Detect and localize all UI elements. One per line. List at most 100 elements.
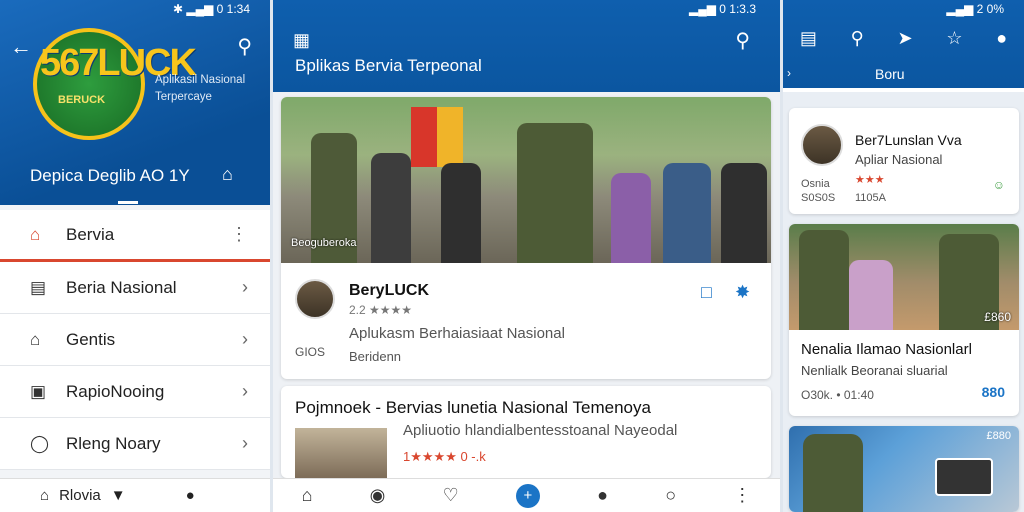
card-count: GIOS <box>295 345 326 359</box>
search-icon[interactable]: ⚲ <box>851 28 864 49</box>
menu-item-gentis[interactable]: ⌂ Gentis › <box>0 314 270 366</box>
star-icon[interactable]: ☆ <box>946 28 962 49</box>
chevron-right-icon: › <box>242 381 248 401</box>
smiley-icon: ☺ <box>992 178 1005 192</box>
radio-icon: ▣ <box>30 381 47 401</box>
card-count: 1105A <box>855 192 886 204</box>
menu-item-label: Rleng Noary <box>66 433 161 453</box>
profile-icon[interactable]: ● <box>186 487 195 504</box>
bottom-nav-label[interactable]: Rlovia <box>59 487 101 504</box>
expand-icon[interactable]: ▼ <box>111 487 126 504</box>
news-card[interactable]: £880 <box>789 426 1019 512</box>
chat-icon: ◯ <box>30 433 50 453</box>
send-icon[interactable]: ➤ <box>898 28 913 49</box>
status-bar: ▂▄▆ 2 0% <box>946 2 1004 16</box>
add-icon[interactable]: + <box>515 483 540 508</box>
menu-item-bervia[interactable]: ⌂ Bervia ⋮ <box>0 210 270 262</box>
rating: 2.2 ★★★★ <box>349 303 413 317</box>
card-meta: O30k. • 01:40 <box>801 388 874 402</box>
tab-underline <box>783 88 1024 92</box>
chevron-right-icon: › <box>242 433 248 453</box>
user-icon[interactable]: ● <box>996 28 1007 49</box>
logo-subtext: BERUCK <box>58 94 106 106</box>
card-subtitle: Aplukasm Berhaiasiaat Nasional <box>349 325 565 342</box>
screen-menu: ✱ ▂▄▆ 0 1:34 ← 567LUCK BERUCK Aplikasil … <box>0 0 270 512</box>
news-card[interactable]: £860 Nenalia Ilamao Nasionlarl Nenlialk … <box>789 224 1019 416</box>
profile-card[interactable]: Ber7Lunslan Vva Apliar Nasional ★★★ Osni… <box>789 108 1019 214</box>
bottom-nav: ⌂ Rlovia ▼ ● <box>0 478 270 512</box>
status-bar: ✱ ▂▄▆ 0 1:34 <box>172 2 250 16</box>
menu-item-label: Gentis <box>66 329 116 349</box>
home-icon[interactable]: ⌂ <box>222 164 233 185</box>
tab-indicator <box>118 201 138 204</box>
person-figure <box>799 230 849 330</box>
photo-number: £860 <box>984 310 1011 324</box>
flag-shape <box>437 107 463 167</box>
app-subtitle: Aplikasil Nasional Terpercaye <box>155 74 246 104</box>
back-arrow-icon[interactable]: ← <box>10 34 32 60</box>
chevron-right-icon: › <box>242 329 248 349</box>
rating: ★★★ <box>855 174 885 186</box>
menu-item-label: Bervia <box>66 224 115 244</box>
news-card[interactable]: Pojmnoek - Bervias lunetia Nasional Teme… <box>281 386 771 478</box>
news-photo: Beoguberoka <box>281 97 771 263</box>
comment-icon[interactable]: □ <box>701 282 712 303</box>
house-icon: ⌂ <box>30 329 41 349</box>
bag-icon[interactable]: ◉ <box>370 485 386 506</box>
feed-header: ▂▄▆ 0 1:3.3 ▦ Bplikas Bervia Terpeonal ⚲ <box>273 0 780 92</box>
notification-icon[interactable]: ○ <box>665 485 676 506</box>
person-figure <box>611 173 651 263</box>
badge-icon[interactable]: ✸ <box>735 282 750 303</box>
search-icon[interactable]: ⚲ <box>237 34 252 59</box>
book-icon: ▤ <box>30 277 47 297</box>
screen-detail: ▂▄▆ 2 0% ▤ ⚲ ➤ ☆ ● › Boru Ber7Lunslan Vv… <box>783 0 1024 512</box>
card-subtitle: Nenlialk Beoranai sluarial <box>801 363 948 378</box>
menu-item-rleng-noary[interactable]: ◯ Rleng Noary › <box>0 418 270 470</box>
card-meta: Osnia <box>801 178 830 190</box>
card-title: Pojmnoek - Bervias lunetia Nasional Teme… <box>295 398 651 417</box>
photo-caption: Beoguberoka <box>291 237 357 249</box>
card-badge: 880 <box>981 384 1005 400</box>
person-figure <box>721 163 767 263</box>
card-meta: S0S0S <box>801 192 836 204</box>
avatar <box>295 279 335 319</box>
menu-item-label: RapioNooing <box>66 381 165 401</box>
status-bar: ▂▄▆ 0 1:3.3 <box>689 2 756 16</box>
home-icon: ⌂ <box>30 224 41 244</box>
flag-shape <box>411 107 437 167</box>
card-subtitle: Apliar Nasional <box>855 152 943 167</box>
news-card[interactable]: Beoguberoka BeryLUCK 2.2 ★★★★ Aplukasm B… <box>281 97 771 379</box>
side-menu: ⌂ Bervia ⋮ ▤ Beria Nasional › ⌂ Gentis ›… <box>0 210 270 470</box>
menu-item-label: Beria Nasional <box>66 277 177 297</box>
thumbnail-image <box>295 428 387 478</box>
tab-boru[interactable]: Boru <box>875 66 905 82</box>
person-figure <box>441 163 481 263</box>
person-figure <box>663 163 711 263</box>
person-figure <box>803 434 863 512</box>
bus-icon[interactable]: ▤ <box>800 28 817 49</box>
page-title: Bplikas Bervia Terpeonal <box>295 56 482 75</box>
menu-header: ✱ ▂▄▆ 0 1:34 ← 567LUCK BERUCK Aplikasil … <box>0 0 270 205</box>
home-icon[interactable]: ⌂ <box>302 485 313 506</box>
menu-item-beria-nasional[interactable]: ▤ Beria Nasional › <box>0 262 270 314</box>
avatar <box>801 124 843 166</box>
bookmark-icon[interactable]: ♡ <box>443 485 459 506</box>
search-icon[interactable]: ⚲ <box>735 28 750 53</box>
home-icon[interactable]: ⌂ <box>40 487 49 504</box>
grid-icon[interactable]: ▦ <box>293 30 310 51</box>
menu-item-rapionooing[interactable]: ▣ RapioNooing › <box>0 366 270 418</box>
more-vert-icon[interactable]: ⋮ <box>733 485 751 506</box>
person-figure <box>517 123 593 263</box>
card-date: Beridenn <box>349 349 402 364</box>
person-figure <box>371 153 411 263</box>
caret-icon[interactable]: › <box>787 66 791 80</box>
profile-icon[interactable]: ● <box>597 485 608 506</box>
tv-screen <box>935 458 993 496</box>
detail-header: ▂▄▆ 2 0% ▤ ⚲ ➤ ☆ ● › Boru <box>783 0 1024 92</box>
card-title: Nenalia Ilamao Nasionlarl <box>801 341 972 358</box>
more-vert-icon[interactable]: ⋮ <box>230 224 248 245</box>
card-title: Ber7Lunslan Vva <box>855 132 962 148</box>
news-photo: £860 <box>789 224 1019 330</box>
news-photo: £880 <box>789 426 1019 512</box>
card-title: BeryLUCK <box>349 282 430 299</box>
